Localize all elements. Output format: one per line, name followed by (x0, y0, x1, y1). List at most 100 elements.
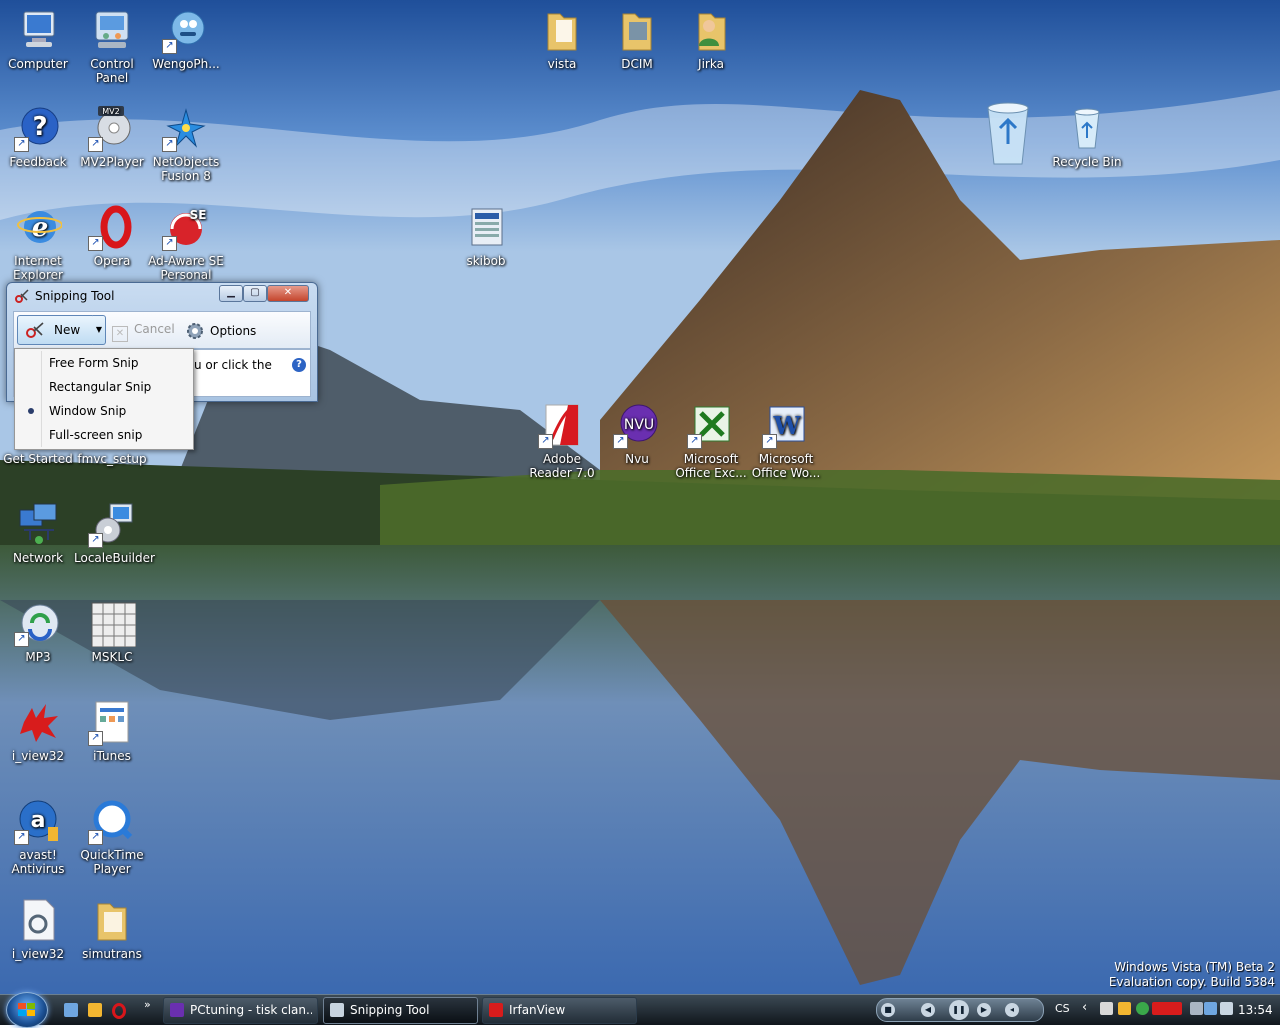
media-player-toolbar: ■ ◀ ❚❚ ▶ ◂ (876, 998, 1044, 1022)
desktop-icon-opera[interactable]: ↗ Opera (74, 203, 150, 268)
clock-tray-icon[interactable] (1118, 1002, 1131, 1015)
window-title: Snipping Tool (35, 289, 115, 303)
desktop-icon-internet-explorer[interactable]: e Internet Explorer (0, 203, 76, 282)
taskbar-item-snipping-tool[interactable]: Snipping Tool (323, 997, 478, 1024)
desktop-icon-dcim[interactable]: DCIM (599, 6, 675, 71)
desktop-icon-quicktime[interactable]: ↗ QuickTime Player (74, 797, 150, 876)
network-tray-icon[interactable] (1100, 1002, 1113, 1015)
cancel-button[interactable]: ✕ Cancel (112, 322, 175, 342)
desktop-icon-itunes[interactable]: ↗ iTunes (74, 698, 150, 763)
desktop-icon-i-view32-config[interactable]: i_view32 (0, 896, 76, 961)
language-indicator[interactable]: CS (1055, 1002, 1070, 1015)
control-panel-icon (88, 6, 136, 54)
windows-flag-icon (18, 1003, 35, 1016)
quicklaunch-opera-icon[interactable] (112, 1003, 126, 1019)
speaker-tray-icon[interactable] (1220, 1002, 1233, 1015)
internet-explorer-icon: e (14, 203, 63, 251)
menu-item-full-screen-snip[interactable]: Full-screen snip (17, 424, 191, 446)
nvu-icon (170, 1003, 184, 1017)
menu-item-free-form-snip[interactable]: Free Form Snip (17, 352, 191, 374)
desktop-icon-mp3[interactable]: ↗ MP3 (0, 599, 76, 664)
document-icon (462, 203, 510, 251)
quicklaunch-clock-icon[interactable] (88, 1003, 102, 1017)
ati-tray-icon[interactable] (1152, 1002, 1182, 1015)
svg-text:?: ? (32, 112, 47, 142)
desktop-icon-control-panel[interactable]: Control Panel (74, 6, 150, 85)
snipping-tool-titlebar[interactable]: Snipping Tool ▁ ▢ ✕ (7, 283, 317, 307)
gear-icon (186, 322, 204, 340)
desktop-icon-localebuilder[interactable]: ↗ LocaleBuilder (74, 500, 155, 565)
minimize-button[interactable]: ▁ (219, 285, 243, 302)
desktop-icon-vista[interactable]: vista (524, 6, 600, 71)
quicklaunch-show-desktop-icon[interactable] (64, 1003, 78, 1017)
keyboard-icon (88, 599, 137, 648)
opera-icon: ↗ (88, 203, 136, 251)
avast-icon: a ↗ (14, 797, 62, 845)
desktop-icon-recycle-bin-full[interactable] (970, 98, 1046, 171)
adobe-reader-icon: ↗ (538, 401, 586, 449)
start-button[interactable] (6, 992, 48, 1028)
system-clock[interactable]: 13:54 (1238, 1003, 1273, 1017)
desktop-icon-mv2player[interactable]: MV2 ↗ MV2Player (74, 104, 150, 169)
mv2player-icon: MV2 ↗ (88, 104, 136, 152)
mp3-icon: ↗ (14, 599, 62, 647)
word-icon: W ↗ (762, 401, 810, 449)
folder-icon (538, 6, 586, 54)
svg-text:a: a (31, 808, 46, 833)
safely-remove-tray-icon[interactable] (1190, 1002, 1203, 1015)
desktop-icon-adaware[interactable]: SE ↗ Ad-Aware SE Personal (148, 203, 224, 282)
close-icon: ✕ (112, 326, 128, 342)
desktop-icon-jirka[interactable]: Jirka (673, 6, 749, 71)
desktop-icon-netobjects[interactable]: ↗ NetObjects Fusion 8 (148, 104, 224, 183)
maximize-button[interactable]: ▢ (243, 285, 267, 302)
volume-icon[interactable]: ◂ (1005, 1003, 1019, 1017)
desktop-icon-recycle-bin[interactable]: Recycle Bin (1049, 104, 1125, 169)
desktop-icon-word[interactable]: W ↗ Microsoft Office Wo... (748, 401, 824, 480)
desktop-icon-network[interactable]: Network (0, 500, 76, 565)
radio-selected-icon (28, 408, 34, 414)
close-button[interactable]: ✕ (267, 285, 309, 302)
desktop-icon-nvu[interactable]: NVU ↗ Nvu (599, 401, 675, 466)
recycle-bin-icon (1063, 104, 1111, 152)
desktop-icon-adobe-reader[interactable]: ↗ Adobe Reader 7.0 (524, 401, 600, 480)
irfanview-icon (14, 698, 62, 746)
desktop-icon-avast[interactable]: a ↗ avast! Antivirus (0, 797, 76, 876)
taskbar-item-pctuning[interactable]: PCtuning - tisk clan... (163, 997, 318, 1024)
user-folder-icon (687, 6, 735, 54)
desktop-icon-simutrans[interactable]: simutrans (74, 896, 150, 961)
tray-expand-icon[interactable]: ‹ (1082, 1000, 1087, 1015)
flower-tray-icon[interactable] (1136, 1002, 1149, 1015)
config-file-icon (14, 896, 62, 944)
desktop-icon-msklc[interactable]: MSKLC (74, 599, 150, 664)
desktop-icon-computer[interactable]: Computer (0, 6, 76, 71)
next-icon[interactable]: ▶ (977, 1003, 991, 1017)
new-dropdown-arrow[interactable]: ▼ (93, 315, 106, 345)
options-button[interactable]: Options (186, 322, 256, 340)
localebuilder-icon: ↗ (88, 500, 136, 548)
menu-item-rectangular-snip[interactable]: Rectangular Snip (17, 376, 191, 398)
menu-item-window-snip[interactable]: Window Snip (17, 400, 191, 422)
svg-text:SE: SE (190, 208, 207, 222)
snip-type-menu: Free Form Snip Rectangular Snip Window S… (14, 348, 194, 450)
help-icon[interactable]: ? (292, 358, 306, 372)
irfanview-icon (489, 1003, 503, 1017)
snipping-tool-toolbar: New ▼ ✕ Cancel Options (13, 311, 311, 349)
desktop-icon-excel[interactable]: ↗ Microsoft Office Exc... (673, 401, 749, 480)
os-watermark: Windows Vista (TM) Beta 2 Evaluation cop… (1108, 960, 1275, 989)
taskbar-item-irfanview[interactable]: IrfanView (482, 997, 637, 1024)
desktop-icon-i-view32[interactable]: i_view32 (0, 698, 76, 763)
new-label: New (54, 323, 81, 337)
previous-icon[interactable]: ◀ (921, 1003, 935, 1017)
play-pause-icon[interactable]: ❚❚ (949, 1000, 969, 1020)
network-status-tray-icon[interactable] (1204, 1002, 1217, 1015)
new-snip-button[interactable]: New (17, 315, 95, 345)
adaware-icon: SE ↗ (162, 203, 210, 251)
instruction-text: u or click the (194, 358, 272, 372)
desktop-icon-wengophone[interactable]: ↗ WengoPh... (148, 6, 224, 71)
desktop-icon-skibob[interactable]: skibob (448, 203, 524, 268)
folder-icon (613, 6, 661, 54)
stop-icon[interactable]: ■ (881, 1003, 895, 1017)
excel-icon: ↗ (687, 401, 735, 449)
quicklaunch-more-icon[interactable]: » (144, 998, 151, 1011)
desktop-icon-feedback[interactable]: ? ↗ Feedback (0, 104, 76, 169)
